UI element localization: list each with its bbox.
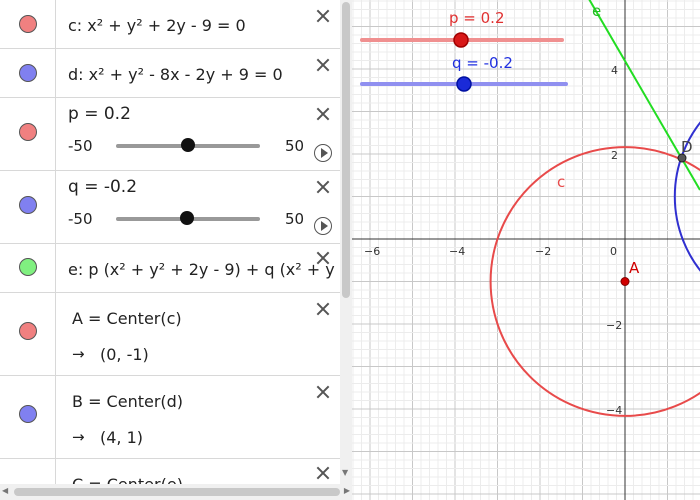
play-icon[interactable] [314,217,332,235]
marble-icon[interactable] [19,15,37,33]
close-icon[interactable] [316,9,330,23]
visibility-toggle-B[interactable] [0,376,56,458]
algebra-row-p[interactable]: p = 0.2 -50 50 [0,98,340,171]
close-icon[interactable] [316,302,330,316]
scrollbar-thumb[interactable] [342,2,350,298]
x-tick-label: −2 [535,245,551,258]
algebra-view: c: x² + y² + 2y - 9 = 0 d: x² + y² - 8x … [0,0,353,500]
label-e[interactable]: e [592,2,601,20]
expression-d[interactable]: d: x² + y² - 8x - 2y + 9 = 0 [68,65,300,84]
label-D[interactable]: D [681,138,693,156]
algebra-row-d[interactable]: d: x² + y² - 8x - 2y + 9 = 0 [0,49,340,98]
graphics-slider-p-knob[interactable] [453,32,469,48]
x-tick-label: −4 [449,245,465,258]
visibility-toggle-c[interactable] [0,0,56,48]
label-A[interactable]: A [629,259,639,277]
result-A: (0, -1) [100,345,149,364]
graphics-slider-p-label[interactable]: p = 0.2 [449,9,504,27]
scroll-right-icon[interactable]: ▶ [344,486,350,495]
slider-knob-p[interactable] [181,138,195,152]
close-icon[interactable] [316,251,330,265]
close-icon[interactable] [316,180,330,194]
slider-max-p: 50 [285,137,305,155]
tick-labels: −6 −4 −2 0 4 2 −2 −4 [364,64,622,417]
label-c[interactable]: c [557,173,565,191]
marble-icon[interactable] [19,258,37,276]
graphics-view[interactable]: −6 −4 −2 0 4 2 −2 −4 p = 0.2 q = -0.2 e … [352,0,700,500]
definition-A[interactable]: A = Center(c) [72,309,300,328]
visibility-toggle-d[interactable] [0,49,56,97]
slider-min-p: -50 [68,137,93,155]
algebra-row-e[interactable]: e: p (x² + y² + 2y - 9) + q (x² + y [0,244,340,293]
definition-C[interactable]: C = Center(e) [72,475,300,484]
marble-icon[interactable] [19,196,37,214]
marble-icon[interactable] [19,322,37,340]
horizontal-scrollbar[interactable]: ◀ ▶ [0,484,352,500]
algebra-row-c[interactable]: c: x² + y² + 2y - 9 = 0 [0,0,340,49]
scroll-left-icon[interactable]: ◀ [2,486,8,495]
play-icon[interactable] [314,144,332,162]
visibility-toggle-q[interactable] [0,171,56,243]
result-arrow-icon: → [72,428,85,446]
definition-B[interactable]: B = Center(d) [72,392,300,411]
y-tick-label: −2 [606,319,622,332]
marble-icon[interactable] [19,405,37,423]
algebra-row-A[interactable]: A = Center(c) → (0, -1) [0,293,340,376]
x-tick-label: 0 [610,245,617,258]
vertical-scrollbar[interactable]: ▼ [340,0,352,484]
result-B: (4, 1) [100,428,144,447]
visibility-toggle-p[interactable] [0,98,56,170]
slider-label-p[interactable]: p = 0.2 [68,104,300,124]
expression-e[interactable]: e: p (x² + y² + 2y - 9) + q (x² + y [68,260,340,279]
slider-max-q: 50 [285,210,305,228]
close-icon[interactable] [316,107,330,121]
algebra-row-C[interactable]: C = Center(e) [0,459,340,484]
y-tick-label: 4 [611,64,618,77]
marble-icon[interactable] [19,123,37,141]
visibility-toggle-A[interactable] [0,293,56,375]
visibility-toggle-C[interactable] [0,459,56,484]
graphics-slider-q-label[interactable]: q = -0.2 [452,54,513,72]
slider-knob-q[interactable] [180,211,194,225]
point-A[interactable] [620,277,630,286]
graphics-slider-q-knob[interactable] [456,76,472,92]
close-icon[interactable] [316,466,330,480]
marble-icon[interactable] [19,64,37,82]
algebra-list: c: x² + y² + 2y - 9 = 0 d: x² + y² - 8x … [0,0,340,484]
x-tick-label: −6 [364,245,380,258]
graphics-canvas[interactable]: −6 −4 −2 0 4 2 −2 −4 [352,0,700,500]
close-icon[interactable] [316,385,330,399]
scrollbar-thumb[interactable] [14,488,340,496]
y-tick-label: 2 [611,149,618,162]
result-arrow-icon: → [72,345,85,363]
algebra-row-B[interactable]: B = Center(d) → (4, 1) [0,376,340,459]
visibility-toggle-e[interactable] [0,244,56,292]
scroll-down-icon[interactable]: ▼ [342,468,348,477]
close-icon[interactable] [316,58,330,72]
algebra-row-q[interactable]: q = -0.2 -50 50 [0,171,340,244]
grid [352,0,700,500]
slider-min-q: -50 [68,210,93,228]
slider-label-q[interactable]: q = -0.2 [68,177,300,197]
expression-c[interactable]: c: x² + y² + 2y - 9 = 0 [68,16,300,35]
